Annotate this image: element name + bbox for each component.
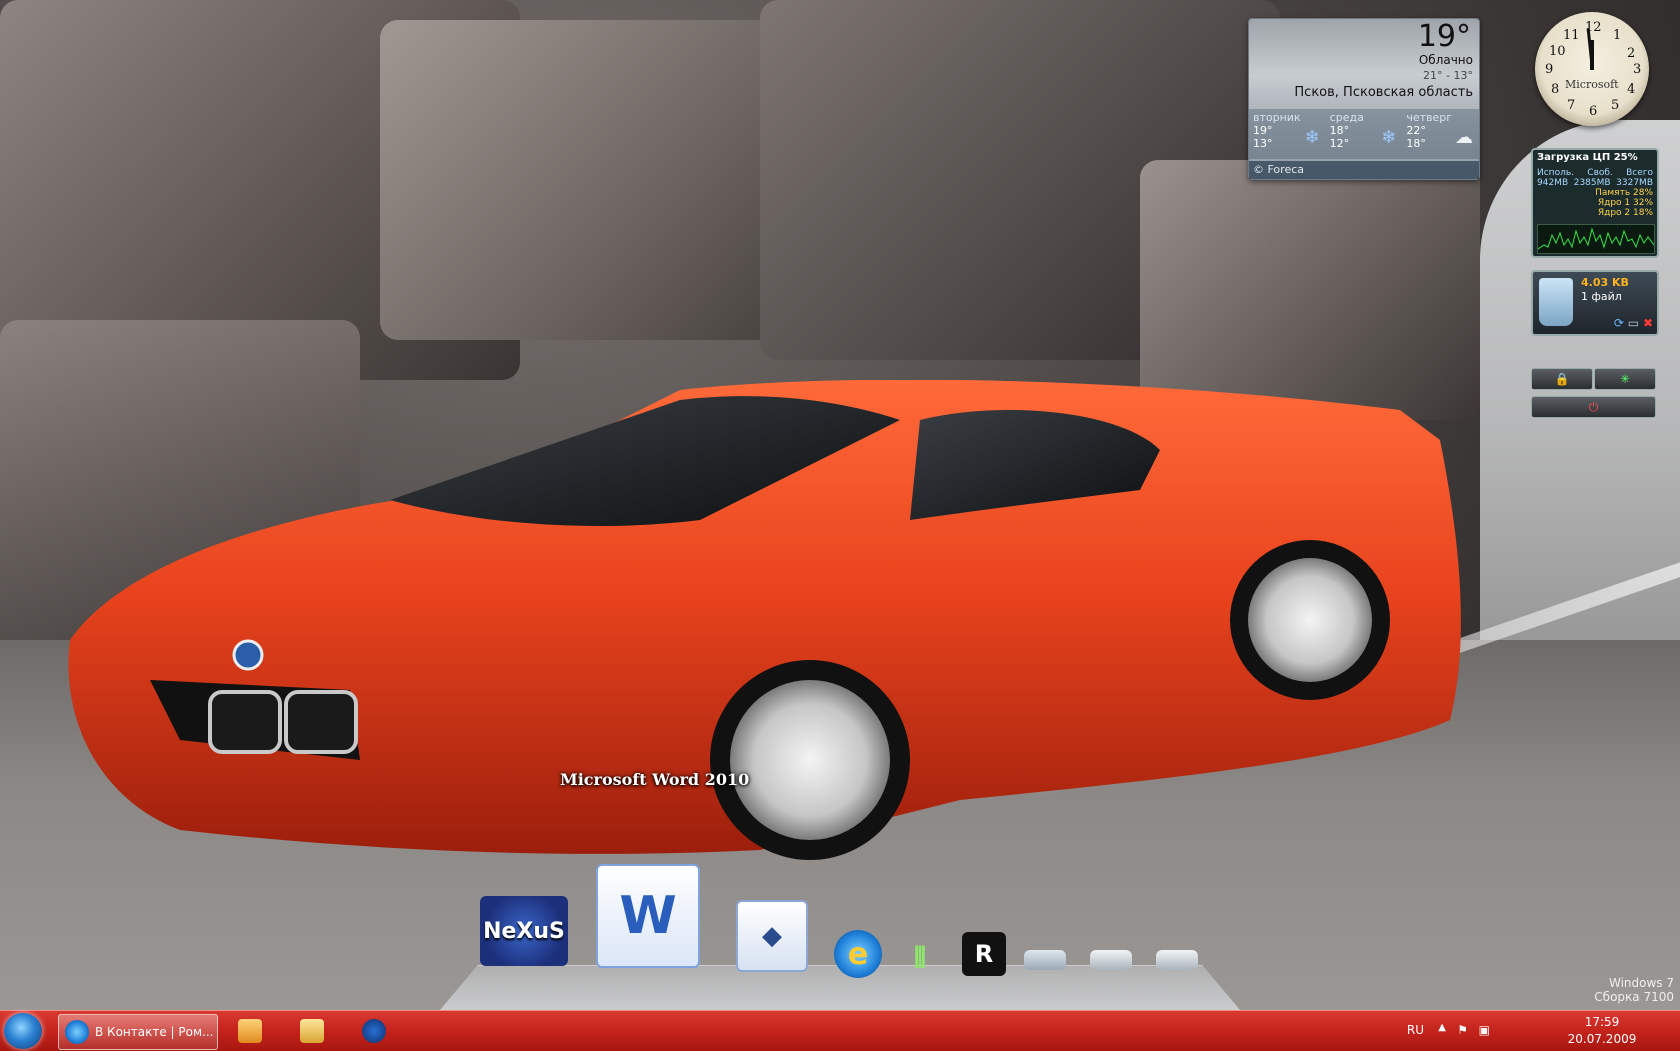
- clock-brand: Microsoft: [1565, 78, 1619, 91]
- media-player-icon: [238, 1019, 262, 1043]
- cpu-value: 2385MB: [1573, 178, 1611, 188]
- snow-icon: ❄: [1304, 127, 1320, 148]
- clock-number: 6: [1589, 104, 1598, 119]
- drive-dock-icon[interactable]: [1156, 950, 1198, 970]
- recycle-size: 4.03 KB: [1581, 276, 1629, 289]
- language-indicator[interactable]: RU: [1407, 1023, 1424, 1037]
- drive-dock-icon[interactable]: [1024, 950, 1066, 970]
- restart-button[interactable]: ✳: [1594, 368, 1656, 390]
- forecast-day: вторник 19° 13° ❄: [1249, 109, 1326, 159]
- cpu-header: Всего: [1626, 168, 1653, 178]
- cpu-stats: Исполь. Своб. Всего 942MB 2385MB 3327MB …: [1537, 168, 1653, 218]
- taskbar-ie-window[interactable]: В Контакте | Ром...: [58, 1014, 218, 1050]
- start-button[interactable]: [4, 1013, 42, 1049]
- cpu-core1: Ядро 1 32%: [1597, 198, 1653, 208]
- weather-footer[interactable]: © Foreca: [1249, 161, 1479, 179]
- clock-gadget[interactable]: 12 1 2 3 4 5 6 7 8 9 10 11 Microsoft: [1535, 12, 1649, 126]
- cpu-memory: Память 28%: [1595, 188, 1653, 198]
- cpu-header: Своб.: [1587, 168, 1613, 178]
- refresh-icon[interactable]: ⟳: [1614, 316, 1624, 330]
- nexus-dock-logo[interactable]: NeXuS: [480, 896, 568, 966]
- show-hidden-icons-arrow-icon[interactable]: ▲: [1438, 1022, 1446, 1033]
- snow-icon: ❄: [1381, 127, 1397, 148]
- cpu-value: 3327MB: [1616, 178, 1653, 188]
- clock-number: 8: [1551, 82, 1560, 97]
- forecast-day-name: среда: [1329, 111, 1364, 124]
- open-icon[interactable]: ▭: [1628, 316, 1639, 330]
- clock-number: 5: [1611, 98, 1620, 113]
- clock-number: 4: [1627, 82, 1636, 97]
- clock-number: 11: [1563, 28, 1580, 43]
- clock-number: 3: [1633, 62, 1642, 77]
- clock-date[interactable]: 20.07.2009: [1562, 1032, 1642, 1046]
- recycle-count: 1 файл: [1581, 290, 1622, 303]
- forecast-day: четверг 22° 18° ☁: [1402, 109, 1479, 159]
- folder-icon: [300, 1019, 324, 1043]
- cloud-icon: ☁: [1455, 127, 1474, 148]
- motorola-icon: [362, 1019, 386, 1043]
- ie-dock-icon[interactable]: e: [834, 930, 882, 978]
- taskbar-motorola[interactable]: [352, 1014, 396, 1048]
- empty-icon[interactable]: ✖: [1643, 316, 1653, 330]
- dock-shelf: [440, 964, 1240, 1010]
- watermark-line1: Windows 7: [1608, 976, 1674, 990]
- windows-watermark: Windows 7 Сборка 7100: [1594, 976, 1674, 1004]
- taskbar-explorer[interactable]: [290, 1014, 334, 1048]
- weather-condition: Облачно: [1418, 53, 1473, 67]
- clock-number: 2: [1627, 46, 1636, 61]
- visio-dock-icon[interactable]: ◆: [736, 900, 808, 972]
- cpu-value: 942MB: [1537, 178, 1569, 188]
- taskbar: В Контакте | Ром... RU ▲ ⚑ ▣ 17:59 20.07…: [0, 1010, 1680, 1051]
- ie-icon: [65, 1020, 89, 1044]
- word-dock-icon[interactable]: W: [596, 864, 700, 968]
- shutdown-button[interactable]: ⏻: [1531, 396, 1656, 418]
- lock-button[interactable]: 🔒: [1531, 368, 1593, 390]
- dock-item-tooltip: Microsoft Word 2010: [560, 770, 750, 789]
- weather-forecast: вторник 19° 13° ❄ среда 18° 12° ❄ четвер…: [1249, 109, 1479, 159]
- taskbar-ie-title: В Контакте | Ром...: [95, 1025, 214, 1039]
- watermark-line2: Сборка 7100: [1594, 990, 1674, 1004]
- taskbar-media-player[interactable]: [228, 1014, 272, 1048]
- weather-city: Псков, Псковская область: [1294, 85, 1473, 100]
- desktop-wallpaper: Microsoft Word 2010 19° Облачно 21° - 13…: [0, 0, 1680, 1010]
- forecast-day: среда 18° 12° ❄: [1326, 109, 1403, 159]
- action-center-flag-icon[interactable]: ⚑: [1457, 1023, 1468, 1037]
- recycle-bin-gadget[interactable]: 4.03 KB 1 файл ⟳ ▭ ✖: [1531, 270, 1659, 336]
- forecast-day-name: вторник: [1253, 111, 1301, 124]
- clock-time[interactable]: 17:59: [1562, 1015, 1642, 1029]
- clock-number: 10: [1549, 44, 1566, 59]
- weather-range: 21° - 13°: [1423, 69, 1473, 82]
- clock-number: 1: [1613, 28, 1622, 43]
- wallpaper-car: [68, 380, 1461, 860]
- clock-number: 7: [1567, 98, 1576, 113]
- cpu-header: Исполь.: [1537, 168, 1574, 178]
- cpu-title: Загрузка ЦП 25%: [1537, 152, 1638, 163]
- weather-temperature: 19°: [1417, 19, 1471, 54]
- drive-dock-icon[interactable]: [1090, 950, 1132, 970]
- weather-gadget[interactable]: 19° Облачно 21° - 13° Псков, Псковская о…: [1248, 18, 1480, 180]
- clock-number: 9: [1545, 62, 1554, 77]
- cpu-gadget[interactable]: Загрузка ЦП 25% Исполь. Своб. Всего 942M…: [1531, 148, 1659, 258]
- recycle-actions: ⟳ ▭ ✖: [1614, 316, 1653, 330]
- recycle-bin-icon: [1539, 278, 1573, 326]
- network-icon[interactable]: ▣: [1479, 1023, 1490, 1037]
- app-dock-icon[interactable]: ⫴: [898, 938, 942, 978]
- cpu-graph: [1537, 224, 1655, 254]
- cpu-core2: Ядро 2 18%: [1597, 208, 1653, 218]
- rockstar-dock-icon[interactable]: R: [962, 932, 1006, 976]
- forecast-day-name: четверг: [1406, 111, 1453, 124]
- system-tray: RU ▲ ⚑ ▣ 17:59 20.07.2009: [1372, 1011, 1672, 1051]
